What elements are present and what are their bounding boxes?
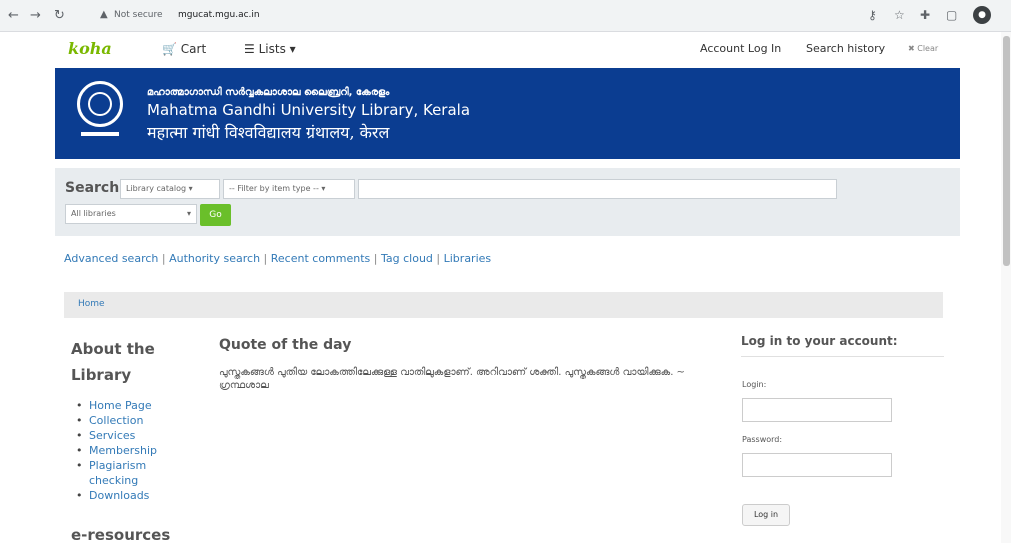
search-label: Search [65,180,120,196]
back-icon[interactable]: ← [8,8,19,23]
item-type-value: -- Filter by item type -- [229,184,319,193]
search-scope-value: Library catalog [126,184,187,193]
tag-cloud-link[interactable]: Tag cloud [381,252,433,265]
library-nav-list: Home Page Collection Services Membership… [76,398,186,503]
banner-title-hindi: महात्मा गांधी विश्वविद्यालय ग्रंथालय, के… [147,123,390,142]
search-history-link[interactable]: Search history [806,42,885,55]
nav-item-home-page[interactable]: Home Page [76,398,186,413]
banner-title-malayalam: മഹാത്മാഗാന്ധി സർവ്വകലാശാല ലൈബ്രറി, കേരളം [147,87,390,98]
chevron-down-icon: ▾ [289,42,296,56]
nav-item-plagiarism-checking[interactable]: Plagiarism checking [76,458,186,488]
item-type-select[interactable]: -- Filter by item type -- ▾ [223,179,355,199]
nav-item-membership[interactable]: Membership [76,443,186,458]
eresources-heading: e-resources [71,526,171,543]
window-icon[interactable]: ▢ [946,8,957,22]
info-icon[interactable]: ▲ [100,9,108,20]
separator: | [373,252,378,265]
address-bar[interactable]: ▲ Not secure mgucat.mgu.ac.in [88,6,868,26]
quote-heading: Quote of the day [219,337,352,353]
password-input[interactable] [742,453,892,477]
lists-label: Lists [258,42,286,56]
advanced-search-link[interactable]: Advanced search [64,252,158,265]
separator: | [436,252,441,265]
library-select[interactable]: All libraries ▾ [65,204,197,224]
profile-icon[interactable]: ● [973,6,991,24]
url-text[interactable]: mgucat.mgu.ac.in [178,10,260,20]
cart-label: Cart [180,42,207,56]
breadcrumb: Home [64,292,943,318]
search-scope-select[interactable]: Library catalog ▾ [120,179,220,199]
nav-item-collection[interactable]: Collection [76,413,186,428]
list-icon: ☰ [244,42,255,56]
account-login-link[interactable]: Account Log In [700,42,781,55]
banner-title-english: Mahatma Gandhi University Library, Keral… [147,101,471,119]
browser-toolbar: ← → ↻ ▲ Not secure mgucat.mgu.ac.in ⚷ ☆ … [0,0,1011,32]
separator: | [161,252,166,265]
library-banner[interactable]: മഹാത്മാഗാന്ധി സർവ്വകലാശാല ലൈബ്രറി, കേരളം… [55,68,960,159]
clear-history-link[interactable]: ✖ Clear [908,44,938,53]
nav-item-services[interactable]: Services [76,428,186,443]
koha-logo[interactable]: koha [68,39,112,58]
search-panel: Search Library catalog ▾ -- Filter by it… [55,168,960,236]
close-icon: ✖ [908,44,915,53]
clear-label: Clear [917,44,939,53]
password-label: Password: [742,435,783,444]
scrollbar-thumb[interactable] [1003,36,1010,266]
nav-item-downloads[interactable]: Downloads [76,488,186,503]
reload-icon[interactable]: ↻ [54,8,65,23]
login-input[interactable] [742,398,892,422]
login-button[interactable]: Log in [742,504,790,526]
go-button[interactable]: Go [200,204,231,226]
university-seal-icon [77,81,123,127]
quote-text: പുസ്തകങ്ങൾ പുതിയ ലോകത്തിലേക്കുള്ള വാതിലു… [219,367,685,391]
libraries-link[interactable]: Libraries [444,252,492,265]
key-icon[interactable]: ⚷ [868,8,877,22]
lists-menu[interactable]: ☰ Lists ▾ [244,42,296,56]
login-label: Login: [742,380,767,389]
cart-button[interactable]: 🛒 Cart [162,42,206,56]
top-navbar: koha 🛒 Cart ☰ Lists ▾ Account Log In Sea… [56,34,960,64]
about-library-heading: About the Library [71,340,155,384]
divider [741,356,944,357]
forward-icon[interactable]: → [30,8,41,23]
security-label: Not secure [114,10,163,20]
search-input[interactable] [358,179,837,199]
extension-icon[interactable]: ✚ [920,8,930,22]
library-value: All libraries [71,209,116,218]
authority-search-link[interactable]: Authority search [169,252,260,265]
login-heading: Log in to your account: [741,334,898,348]
seal-base [81,132,119,136]
star-icon[interactable]: ☆ [894,8,905,22]
recent-comments-link[interactable]: Recent comments [271,252,371,265]
more-searches-nav: Advanced search | Authority search | Rec… [64,252,491,265]
separator: | [263,252,268,265]
cart-icon: 🛒 [162,42,177,56]
breadcrumb-home-link[interactable]: Home [78,299,105,309]
